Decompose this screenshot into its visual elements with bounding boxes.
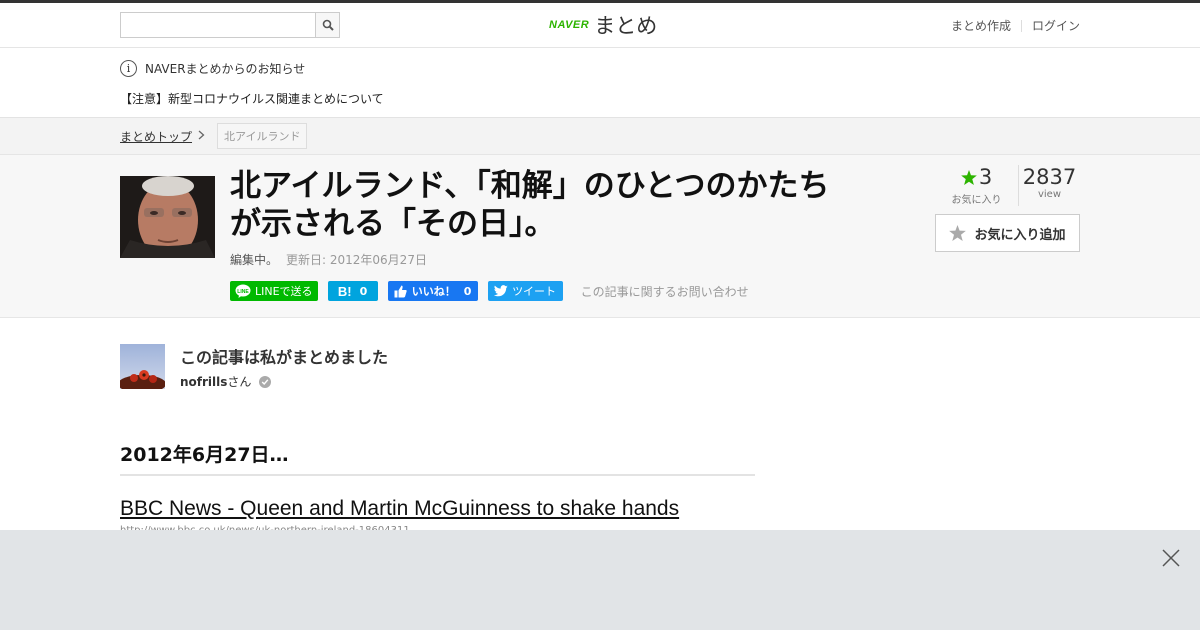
section-heading: 2012年6月27日… [120, 440, 755, 476]
article-meta: 編集中。 更新日: 2012年06月27日 [230, 251, 427, 268]
favorites-label: お気に入り [951, 195, 1002, 206]
tweet-label: ツイート [512, 285, 557, 298]
svg-text:LINE: LINE [237, 289, 249, 295]
nav-divider [1020, 19, 1022, 32]
chevron-right-icon [198, 129, 205, 143]
login-link[interactable]: ログイン [1032, 17, 1080, 34]
avatar[interactable] [120, 344, 165, 389]
site-header: NAVER まとめ まとめ作成 ログイン [0, 3, 1200, 48]
article-header: 北アイルランド、「和解」のひとつのかたちが示される「その日」。 編集中。 更新日… [0, 155, 1200, 318]
breadcrumb-tag[interactable]: 北アイルランド [217, 123, 308, 149]
article-status: 編集中。 [230, 253, 279, 267]
search-input[interactable] [120, 12, 315, 38]
header-nav: まとめ作成 ログイン [951, 17, 1080, 34]
search-button[interactable] [315, 12, 340, 38]
line-share-button[interactable]: LINE LINEで送る [230, 281, 318, 301]
hatena-bookmark-button[interactable]: B! 0 [327, 281, 378, 301]
article-updated-date: 更新日: 2012年06月27日 [286, 253, 427, 267]
author-heading: この記事は私がまとめました [180, 348, 389, 367]
author-suffix: さん [227, 375, 252, 389]
line-icon: LINE [235, 284, 251, 298]
logo-naver: NAVER [549, 19, 590, 31]
line-share-label: LINEで送る [255, 285, 313, 298]
star-icon [949, 225, 967, 241]
info-icon: i [120, 59, 137, 77]
hatena-icon: B! [337, 283, 352, 299]
external-link-title[interactable]: BBC News - Queen and Martin McGuinness t… [120, 497, 679, 521]
notice-heading: NAVERまとめからのお知らせ [145, 61, 306, 76]
author-name[interactable]: nofrills さん [180, 373, 272, 390]
breadcrumb: まとめトップ 北アイルランド [0, 118, 1200, 155]
notice-area: i NAVERまとめからのお知らせ 【注意】新型コロナウイルス関連まとめについて [0, 48, 1200, 118]
tweet-button[interactable]: ツイート [487, 281, 563, 301]
logo-matome: まとめ [594, 14, 658, 38]
favorites-count: 3 [978, 165, 993, 189]
verified-icon [259, 375, 272, 388]
site-logo[interactable]: NAVER まとめ [549, 10, 657, 40]
close-icon[interactable] [1162, 549, 1180, 567]
facebook-thumb-icon [394, 285, 407, 297]
facebook-like-button[interactable]: いいね！ 0 [387, 281, 478, 301]
author-box: この記事は私がまとめました nofrills さん [120, 344, 780, 394]
views-count: 2837 [1022, 165, 1077, 189]
author-username: nofrills [180, 374, 228, 389]
facebook-like-count: 0 [463, 284, 472, 298]
breadcrumb-home-link[interactable]: まとめトップ [120, 128, 192, 145]
favorites-stat: 3 お気に入り [935, 165, 1019, 206]
search-icon [322, 19, 334, 31]
twitter-bird-icon [494, 285, 508, 297]
article-stats: 3 お気に入り 2837 view [935, 165, 1080, 206]
notice-link[interactable]: 【注意】新型コロナウイルス関連まとめについて [120, 92, 384, 106]
add-favorite-label: お気に入り追加 [974, 227, 1066, 243]
article-title: 北アイルランド、「和解」のひとつのかたちが示される「その日」。 [230, 168, 830, 242]
search-box [120, 12, 340, 38]
article-thumbnail [120, 176, 215, 258]
contact-link[interactable]: この記事に関するお問い合わせ [581, 283, 749, 300]
create-matome-link[interactable]: まとめ作成 [951, 17, 1011, 34]
add-favorite-button[interactable]: お気に入り追加 [935, 214, 1080, 252]
ad-overlay [0, 530, 1200, 630]
star-icon [960, 169, 977, 185]
views-stat: 2837 view [1019, 165, 1080, 206]
hatena-count: 0 [359, 284, 368, 298]
views-label: view [1037, 189, 1062, 200]
share-buttons: LINE LINEで送る B! 0 いいね！ 0 ツイート この記事に関するお問… [230, 281, 749, 301]
facebook-like-label: いいね！ [411, 285, 456, 298]
